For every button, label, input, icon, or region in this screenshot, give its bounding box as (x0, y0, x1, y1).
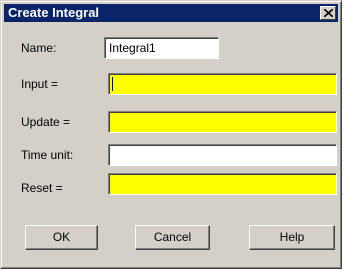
cancel-button[interactable]: Cancel (135, 225, 210, 250)
reset-label: Reset = (21, 181, 63, 195)
input-field[interactable] (108, 73, 337, 95)
reset-field[interactable] (108, 173, 337, 195)
close-button[interactable] (320, 6, 336, 20)
name-label: Name: (21, 41, 57, 55)
time-unit-label: Time unit: (21, 148, 74, 162)
close-icon (324, 9, 333, 17)
help-button[interactable]: Help (249, 225, 335, 250)
time-unit-field[interactable] (108, 144, 337, 166)
dialog-title: Create Integral (8, 5, 100, 20)
name-field[interactable]: Integral1 (104, 37, 219, 59)
ok-button[interactable]: OK (25, 225, 98, 250)
input-label: Input = (21, 77, 59, 91)
update-label: Update = (21, 115, 71, 129)
text-caret (112, 77, 113, 91)
create-integral-dialog: Create Integral Name: Integral1 Input = … (0, 0, 342, 269)
title-bar: Create Integral (4, 4, 338, 22)
update-field[interactable] (108, 111, 337, 133)
